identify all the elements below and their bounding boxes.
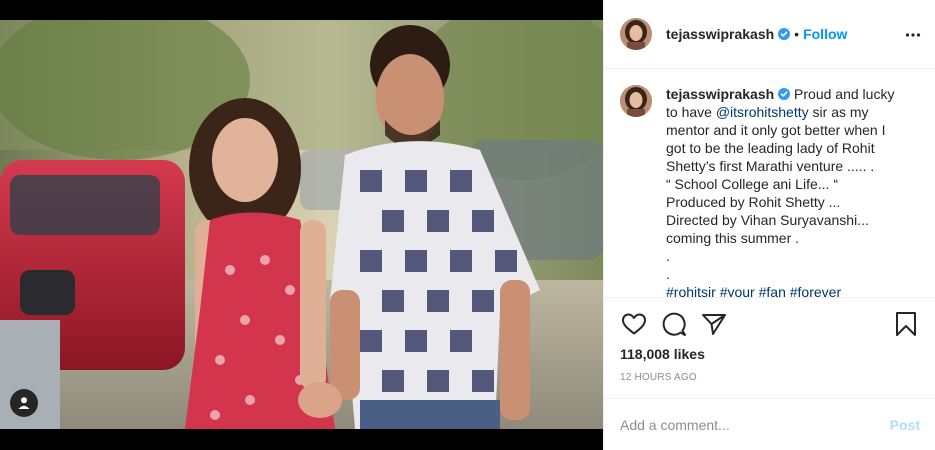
user-tag-icon [18,397,30,409]
add-comment-bar: Post [604,398,935,450]
caption-text: tejasswiprakash Proud and lucky to have … [666,85,906,297]
caption-area: tejasswiprakash Proud and lucky to have … [604,69,935,297]
caption-line: “ School College ani Life... “ [666,176,838,192]
post-side-panel: tejasswiprakash • Follow tejasswiprakash… [603,0,935,450]
post-comment-button[interactable]: Post [890,417,920,433]
hashtag-link[interactable]: #forever [790,284,841,297]
avatar-image [620,85,652,117]
comment-input[interactable] [620,416,890,433]
share-button[interactable] [700,310,728,338]
post-media-panel [0,0,603,450]
save-button[interactable] [892,310,920,338]
post-timestamp[interactable]: 12 HOURS AGO [620,372,920,383]
more-icon[interactable] [905,27,921,43]
bookmark-icon [896,312,916,336]
post-photo[interactable] [0,20,603,429]
post-photo-image [0,20,603,429]
comment-button[interactable] [660,310,688,338]
user-tags-button[interactable] [10,389,38,417]
like-button[interactable] [620,310,648,338]
caption-line: Directed by Vihan Suryavanshi... [666,212,869,228]
verified-badge-icon [778,88,791,100]
hashtag-link[interactable]: #fan [759,284,786,297]
caption-line: coming this summer . [666,230,800,246]
heart-icon [622,313,646,335]
share-icon [702,314,726,335]
follow-button[interactable]: Follow [803,26,847,42]
caption-line: . [666,266,670,282]
caption-avatar[interactable] [620,85,652,117]
hashtag-link[interactable]: #your [720,284,755,297]
post-actions: 118,008 likes 12 HOURS AGO [604,297,935,383]
post-author-username[interactable]: tejasswiprakash [666,26,774,42]
avatar-image [620,18,652,50]
caption-line: Produced by Rohit Shetty ... [666,194,841,210]
mention-link[interactable]: @itsrohitshetty [716,104,809,120]
comment-icon [662,312,686,336]
action-icons [620,298,920,350]
avatar[interactable] [620,18,652,50]
verified-badge-icon [778,28,791,40]
caption-comment: tejasswiprakash Proud and lucky to have … [620,85,920,297]
hashtag-link[interactable]: #rohitsir [666,284,716,297]
caption-line: . [666,248,670,264]
header-separator: • [794,26,800,42]
hashtag-line: #rohitsir #your #fan #forever [666,283,906,297]
post-header: tejasswiprakash • Follow [604,0,935,69]
caption-username[interactable]: tejasswiprakash [666,86,774,102]
